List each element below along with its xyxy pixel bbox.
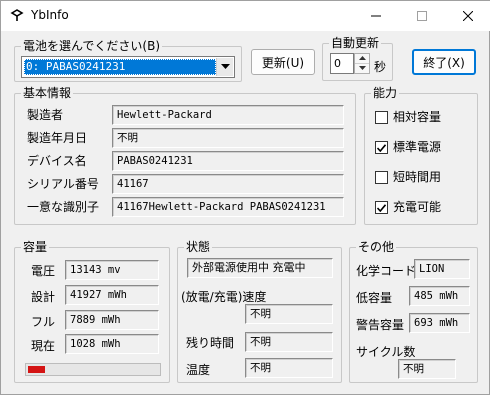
exit-button[interactable]: 終了(X) <box>412 49 476 75</box>
warning-capacity-label: 警告容量 <box>356 318 405 332</box>
other-title: その他 <box>356 240 397 254</box>
rechargeable-label: 充電可能 <box>393 200 442 214</box>
manufacture-date-label: 製造年月日 <box>27 131 88 145</box>
refresh-button[interactable]: 更新(U) <box>251 49 315 75</box>
charge-progress-bar <box>25 363 161 376</box>
checkmark-icon <box>377 203 386 212</box>
close-icon <box>463 11 473 21</box>
checkbox-short-term[interactable] <box>375 171 388 184</box>
unique-id-label: 一意な識別子 <box>27 200 100 214</box>
checkbox-relative-capacity[interactable] <box>375 111 388 124</box>
unique-id-field: 41167Hewlett-Packard PABAS0241231 <box>112 197 344 217</box>
battery-select-label: 電池を選んでください(B) <box>21 39 162 53</box>
app-logo-icon <box>9 7 25 23</box>
temperature-label: 温度 <box>186 363 211 377</box>
cycle-count-field: 不明 <box>398 359 456 379</box>
device-name-label: デバイス名 <box>27 154 87 168</box>
remaining-time-field: 不明 <box>245 332 333 352</box>
maximize-icon <box>417 11 427 21</box>
checkbox-rechargeable[interactable] <box>375 201 388 214</box>
minimize-button[interactable] <box>353 1 399 31</box>
minimize-icon <box>371 15 381 17</box>
basic-info-title: 基本情報 <box>21 86 74 100</box>
auto-refresh-spinner[interactable] <box>354 53 370 74</box>
manufacturer-label: 製造者 <box>27 108 64 122</box>
battery-select-value: 0: PABAS0241231 <box>24 59 216 75</box>
app-window: YbInfo 電池を選んでください(B) 0: PABAS0241231 更新(… <box>0 0 490 395</box>
standard-power-label: 標準電源 <box>393 140 442 154</box>
rate-label: (放電/充電)速度 <box>181 290 267 304</box>
warning-capacity-field: 693 mWh <box>409 313 470 333</box>
design-capacity-label: 設計 <box>31 290 56 304</box>
auto-refresh-unit: 秒 <box>374 60 387 74</box>
auto-refresh-input[interactable]: 0 <box>330 53 354 74</box>
full-capacity-label: フル <box>31 315 56 329</box>
low-capacity-field: 485 mWh <box>409 286 470 306</box>
status-title: 状態 <box>184 240 213 254</box>
current-capacity-field: 1028 mWh <box>65 334 159 354</box>
chemistry-field: LION <box>414 259 470 279</box>
temperature-field: 不明 <box>245 358 333 378</box>
title-bar[interactable]: YbInfo <box>1 1 490 31</box>
manufacturer-field: Hewlett-Packard <box>112 105 344 125</box>
power-state-field: 外部電源使用中 充電中 <box>187 258 333 278</box>
charge-progress-fill <box>28 366 45 373</box>
device-name-field: PABAS0241231 <box>112 151 344 171</box>
capabilities-title: 能力 <box>371 86 400 100</box>
current-capacity-label: 現在 <box>31 339 56 353</box>
rate-field: 不明 <box>245 304 333 324</box>
close-button[interactable] <box>445 1 490 31</box>
voltage-field: 13143 mv <box>65 260 159 280</box>
window-title: YbInfo <box>31 8 69 22</box>
low-capacity-label: 低容量 <box>356 291 393 305</box>
spin-up-icon[interactable] <box>355 54 369 64</box>
voltage-label: 電圧 <box>31 264 56 278</box>
checkbox-standard-power[interactable] <box>375 141 388 154</box>
manufacture-date-field: 不明 <box>112 128 344 148</box>
cycle-count-label: サイクル数 <box>356 345 416 359</box>
maximize-button[interactable] <box>399 1 445 31</box>
checkmark-icon <box>377 143 386 152</box>
battery-select-dropdown[interactable]: 0: PABAS0241231 <box>21 56 235 78</box>
short-term-label: 短時間用 <box>393 170 442 184</box>
design-capacity-field: 41927 mWh <box>65 285 159 305</box>
remaining-time-label: 残り時間 <box>186 336 235 350</box>
serial-number-field: 41167 <box>112 174 344 194</box>
capacity-title: 容量 <box>21 240 50 254</box>
chevron-down-icon[interactable] <box>216 58 233 76</box>
auto-refresh-label: 自動更新 <box>329 36 382 50</box>
full-capacity-field: 7889 mWh <box>65 310 159 330</box>
spin-down-icon[interactable] <box>355 64 369 74</box>
serial-number-label: シリアル番号 <box>27 177 99 191</box>
relative-capacity-label: 相対容量 <box>393 110 442 124</box>
chemistry-label: 化学コード <box>356 264 417 278</box>
